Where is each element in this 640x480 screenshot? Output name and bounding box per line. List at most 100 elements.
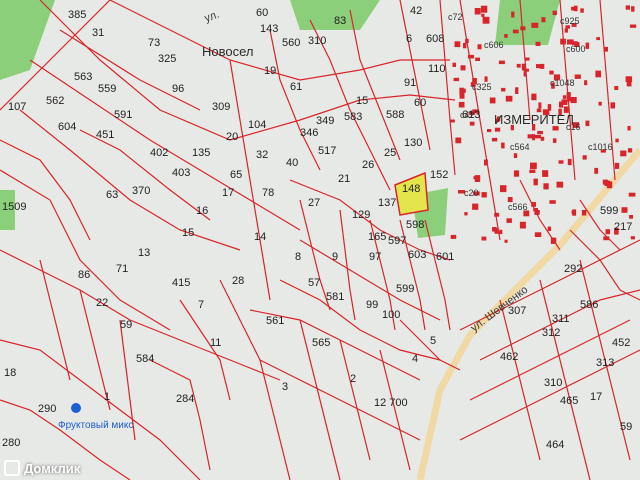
- parcel-number-label: 13: [138, 247, 150, 259]
- house-marker: [472, 203, 479, 210]
- parcel-number-label: 110: [428, 63, 446, 75]
- parcel-number-label: 465: [560, 395, 578, 407]
- house-marker: [469, 121, 475, 126]
- parcel-number-label: 71: [116, 263, 128, 275]
- parcel-number-label: 17: [222, 187, 234, 199]
- house-marker: [626, 81, 632, 87]
- parcel-number-label: 311: [552, 313, 570, 325]
- parcel-number-label: 165: [368, 231, 386, 243]
- parcel-number-label: 346: [300, 127, 318, 139]
- parcel-number-label: 5: [430, 335, 436, 347]
- house-marker: [542, 170, 549, 177]
- house-marker: [625, 76, 633, 82]
- house-marker: [484, 159, 488, 166]
- house-marker: [515, 87, 519, 94]
- house-marker: [561, 99, 568, 105]
- parcel-number-label: 310: [544, 377, 562, 389]
- cadastral-small-label: c1048: [550, 78, 575, 88]
- parcel-number-label: 86: [78, 269, 90, 281]
- parcel-number-label: 14: [254, 231, 266, 243]
- parcel-number-label: 100: [382, 309, 400, 321]
- house-marker: [474, 8, 481, 15]
- house-marker: [533, 178, 538, 186]
- house-marker: [481, 13, 485, 17]
- house-marker: [549, 70, 554, 75]
- cadastral-small-label: c72: [448, 12, 463, 22]
- house-marker: [481, 192, 487, 198]
- house-marker: [511, 11, 515, 18]
- parcel-number-label: 19: [264, 65, 276, 77]
- house-marker: [574, 74, 581, 79]
- parcel-number-label: 97: [369, 251, 381, 263]
- parcel-number-label: 60: [414, 97, 426, 109]
- house-marker: [549, 200, 556, 204]
- house-marker: [450, 234, 457, 239]
- parcel-number-label: 21: [338, 173, 350, 185]
- cadastral-small-label: c566: [508, 202, 528, 212]
- parcel-number-label: 581: [326, 291, 344, 303]
- house-marker: [513, 153, 518, 158]
- house-marker: [504, 239, 508, 243]
- parcel-number-label: 1: [104, 391, 110, 403]
- house-marker: [605, 229, 611, 235]
- house-marker: [455, 137, 462, 144]
- house-marker: [585, 120, 590, 127]
- house-marker: [567, 158, 572, 166]
- house-marker: [531, 22, 539, 28]
- house-marker: [558, 160, 564, 164]
- house-marker: [489, 97, 496, 104]
- house-marker: [494, 127, 501, 132]
- house-marker: [465, 38, 469, 44]
- map-canvas[interactable]: 3853173325563559 965626045914514024031351…: [0, 0, 640, 480]
- house-marker: [610, 102, 615, 109]
- house-marker: [582, 155, 587, 160]
- parcel-number-label: 565: [312, 337, 330, 349]
- parcel-number-label: 462: [500, 351, 518, 363]
- parcel-number-label: 1509: [2, 201, 26, 213]
- house-marker: [506, 218, 512, 223]
- house-marker: [627, 125, 631, 131]
- house-marker: [532, 134, 536, 141]
- parcel-number-label: 325: [158, 53, 176, 65]
- parcel-number-label: 61: [290, 81, 302, 93]
- house-marker: [628, 192, 636, 197]
- house-marker: [464, 212, 468, 216]
- house-marker: [630, 236, 635, 240]
- house-marker: [492, 227, 497, 232]
- house-marker: [585, 42, 590, 49]
- house-marker: [530, 162, 537, 170]
- house-marker: [625, 5, 630, 10]
- house-marker: [505, 95, 513, 102]
- house-marker: [535, 41, 541, 46]
- cadastral-map[interactable]: 385 31 73 325 563 559 96 562 604 591 451 402 403 135 1…: [0, 0, 640, 480]
- house-marker: [562, 95, 567, 99]
- parcel-number-label: 284: [176, 393, 194, 405]
- house-marker: [615, 138, 619, 143]
- parcel-number-label: 597: [388, 235, 406, 247]
- cadastral-small-label: c925: [560, 16, 580, 26]
- house-marker: [595, 70, 602, 78]
- house-marker: [550, 237, 557, 244]
- cadastral-small-label: c606: [484, 40, 504, 50]
- house-marker: [537, 130, 543, 135]
- house-marker: [529, 169, 536, 173]
- parcel-number-label: 18: [4, 367, 16, 379]
- parcel-number-label: 32: [256, 149, 268, 161]
- parcel-number-label: 370: [132, 185, 150, 197]
- house-marker: [573, 5, 578, 12]
- parcel-number-label: 598: [406, 219, 424, 231]
- house-marker: [494, 212, 500, 217]
- parcel-number-label: 12 700: [374, 397, 408, 409]
- parcel-number-label: 415: [172, 277, 190, 289]
- watermark: Домклик: [4, 460, 80, 476]
- parcel-number-label: 40: [286, 157, 298, 169]
- house-marker: [629, 215, 633, 219]
- parcel-number-label: 599: [600, 205, 618, 217]
- parcel-number-label: 517: [318, 145, 336, 157]
- parcel-number-label: 83: [334, 15, 346, 27]
- parcel-number-label: 26: [362, 159, 374, 171]
- parcel-number-label: 20: [226, 131, 238, 143]
- house-marker: [540, 136, 545, 141]
- house-marker: [580, 8, 584, 13]
- parcel-number-label: 451: [96, 129, 114, 141]
